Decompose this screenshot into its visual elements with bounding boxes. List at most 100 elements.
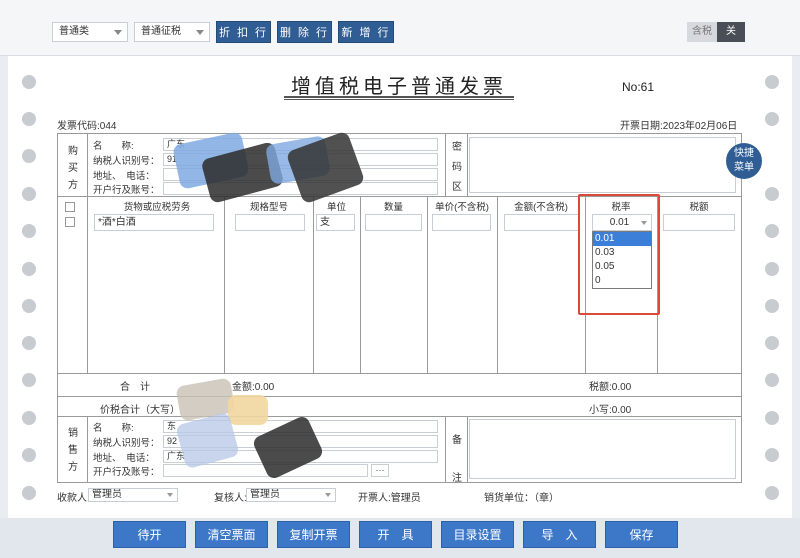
remark-input[interactable] — [469, 419, 736, 479]
perforation-hole — [765, 224, 779, 238]
cipher-char: 码 — [452, 162, 462, 173]
divider — [445, 416, 446, 483]
cipher-area-label: 密 码 区 — [450, 138, 464, 198]
row-checkbox[interactable] — [65, 217, 75, 227]
seller-address-label: 地址、 电话： — [93, 453, 155, 464]
divider — [427, 196, 428, 373]
invoice-kind-select[interactable]: 普通类 — [52, 22, 128, 42]
divider — [467, 133, 468, 196]
divider — [87, 196, 88, 373]
reviewer-label: 复核人: — [214, 493, 247, 504]
perforation-hole — [765, 187, 779, 201]
divider — [57, 373, 742, 374]
perforation-hole — [22, 224, 36, 238]
item-model-input[interactable] — [235, 214, 305, 231]
divider — [445, 133, 446, 196]
divider — [57, 396, 742, 397]
seller-char: 方 — [68, 462, 78, 473]
invoice-number: No:61 — [622, 80, 655, 94]
item-qty-input[interactable] — [365, 214, 422, 231]
chevron-down-icon — [196, 30, 204, 35]
item-unit-input[interactable]: 支 — [316, 214, 355, 231]
perforation-hole — [22, 75, 36, 89]
divider — [360, 196, 361, 373]
import-button[interactable]: 导 入 — [523, 521, 596, 548]
quick-menu-button[interactable]: 快捷 菜单 — [726, 143, 762, 179]
drawer-label: 开票人:管理员 — [358, 493, 421, 504]
seller-bank-picker-button[interactable]: ··· — [371, 464, 389, 477]
perforation-hole — [22, 411, 36, 425]
payee-label: 收款人: — [57, 493, 90, 504]
perforation-hole — [22, 262, 36, 276]
perforation-hole — [765, 411, 779, 425]
payee-value: 管理员 — [92, 489, 122, 500]
sum-tax: 税额:0.00 — [589, 382, 632, 393]
col-header-price: 单价(不含税) — [435, 202, 489, 213]
perforation-hole — [22, 149, 36, 163]
invoice-date: 开票日期:2023年02月06日 — [620, 121, 738, 132]
divider — [87, 133, 88, 196]
divider — [467, 416, 468, 483]
col-header-goods: 货物或应税劳务 — [123, 202, 191, 213]
save-button[interactable]: 保存 — [605, 521, 678, 548]
issue-button[interactable]: 开 具 — [359, 521, 432, 548]
col-header-amount: 金额(不含税) — [514, 202, 568, 213]
clear-form-button[interactable]: 清空票面 — [195, 521, 268, 548]
title-underline — [284, 96, 514, 98]
col-header-qty: 数量 — [383, 202, 403, 213]
item-price-input[interactable] — [432, 214, 491, 231]
chevron-down-icon — [325, 493, 331, 497]
buyer-section-label: 购 买 方 — [66, 143, 80, 194]
remark-label: 备 注 — [450, 422, 464, 498]
invoice-code: 发票代码:044 — [57, 121, 117, 132]
sum-label: 合 计 — [120, 382, 150, 393]
buyer-bank-label: 开户行及账号： — [93, 185, 160, 196]
perforation-hole — [22, 486, 36, 500]
divider — [87, 416, 88, 483]
remark-char: 备 — [452, 435, 462, 446]
tax-included-toggle-label[interactable]: 含税 — [687, 22, 717, 42]
pending-button[interactable]: 待开 — [113, 521, 186, 548]
seller-char: 销 — [68, 428, 78, 439]
cipher-area — [469, 137, 736, 193]
perforation-hole — [22, 112, 36, 126]
title-underline — [284, 99, 514, 100]
tax-kind-select[interactable]: 普通征税 — [134, 22, 210, 42]
perforation-hole — [765, 112, 779, 126]
select-all-checkbox[interactable] — [65, 202, 75, 212]
quick-menu-line: 菜单 — [734, 162, 754, 173]
item-tax-input[interactable] — [663, 214, 735, 231]
perforation-hole — [22, 299, 36, 313]
perforation-hole — [22, 336, 36, 350]
chevron-down-icon — [167, 493, 173, 497]
perforation-hole — [765, 299, 779, 313]
tax-kind-value: 普通征税 — [141, 26, 181, 37]
payee-select[interactable]: 管理员 — [88, 488, 178, 502]
col-header-tax: 税额 — [689, 202, 709, 213]
divider — [224, 196, 225, 373]
perforation-hole — [765, 336, 779, 350]
catalog-settings-button[interactable]: 目录设置 — [441, 521, 514, 548]
buyer-char: 买 — [68, 163, 78, 174]
item-amount-input[interactable] — [504, 214, 580, 231]
seller-bank-label: 开户行及账号： — [93, 467, 160, 478]
buyer-name-label: 名 称: — [93, 141, 134, 152]
copy-invoice-button[interactable]: 复制开票 — [277, 521, 350, 548]
tax-included-toggle-state[interactable]: 关 — [717, 22, 745, 42]
total-caps-label: 价税合计（大写） — [100, 405, 180, 416]
discount-row-button[interactable]: 折 扣 行 — [216, 21, 271, 43]
chevron-down-icon — [114, 30, 122, 35]
add-row-button[interactable]: 新 增 行 — [338, 21, 394, 43]
divider — [57, 416, 742, 417]
buyer-taxid-label: 纳税人识别号： — [93, 156, 160, 167]
reviewer-select[interactable]: 管理员 — [246, 488, 336, 502]
quick-menu-line: 快捷 — [734, 148, 754, 159]
col-header-model: 规格型号 — [249, 202, 288, 213]
perforation-hole — [765, 75, 779, 89]
cipher-char: 区 — [452, 182, 462, 193]
item-name-input[interactable]: *酒*白酒 — [94, 214, 214, 231]
cipher-char: 密 — [452, 142, 462, 153]
delete-row-button[interactable]: 删 除 行 — [277, 21, 332, 43]
perforation-hole — [765, 448, 779, 462]
perforation-hole — [765, 373, 779, 387]
